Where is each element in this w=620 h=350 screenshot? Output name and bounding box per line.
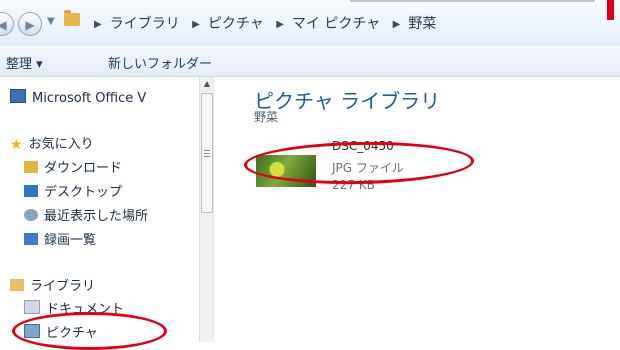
star-icon: ★ <box>10 137 23 153</box>
sidebar-item-microsoft-office[interactable]: Microsoft Office V <box>10 89 146 109</box>
sidebar-item-label: Microsoft Office V <box>32 91 147 106</box>
sidebar-item-label: 最近表示した場所 <box>44 209 149 224</box>
library-icon <box>10 279 24 291</box>
file-list-pane: ピクチャ ライブラリ 野菜 DSC_0450 JPG ファイル 227 KB <box>214 77 620 342</box>
office-icon <box>10 89 26 103</box>
breadcrumb-separator-icon[interactable]: ▶ <box>393 19 401 30</box>
sidebar-item-label: ライブラリ <box>30 279 96 294</box>
breadcrumb-separator-icon[interactable]: ▶ <box>94 19 102 30</box>
sidebar-item-favorites[interactable]: ★ お気に入り <box>10 133 94 153</box>
sidebar-item-libraries[interactable]: ライブラリ <box>10 275 95 295</box>
recording-icon <box>24 233 38 245</box>
sidebar-item-label: ドキュメント <box>46 302 125 317</box>
sidebar-item-label: 録画一覧 <box>44 233 97 248</box>
sidebar-item-label: ピクチャ <box>46 326 98 341</box>
sidebar-item-label: ダウンロード <box>44 161 123 176</box>
documents-icon <box>24 300 40 314</box>
breadcrumb-item-library[interactable]: ライブラリ <box>110 16 180 32</box>
sidebar-scrollbar[interactable]: ▲ <box>199 77 214 342</box>
breadcrumb: ▶ ライブラリ ▶ ピクチャ ▶ マイ ピクチャ ▶ 野菜 <box>86 13 436 33</box>
breadcrumb-item-vegetables[interactable]: 野菜 <box>408 16 436 32</box>
new-folder-button[interactable]: 新しいフォルダー <box>108 53 212 72</box>
breadcrumb-item-my-pictures[interactable]: マイ ピクチャ <box>292 16 380 32</box>
file-type: JPG ファイル <box>332 161 404 175</box>
file-thumbnail[interactable] <box>256 155 316 187</box>
scroll-up-arrow-icon[interactable]: ▲ <box>201 77 213 91</box>
sidebar-item-label: お気に入り <box>28 137 94 152</box>
library-title: ピクチャ ライブラリ <box>254 89 441 113</box>
recent-places-icon <box>24 209 38 221</box>
organize-button[interactable]: 整理 ▾ <box>6 53 43 72</box>
address-bar: ◀ ▶ ▼ ▶ ライブラリ ▶ ピクチャ ▶ マイ ピクチャ ▶ 野菜 <box>0 0 620 47</box>
command-bar: 整理 ▾ 新しいフォルダー <box>0 46 620 77</box>
file-size: 227 KB <box>332 178 375 192</box>
sidebar-item-label: デスクトップ <box>44 185 123 200</box>
download-folder-icon <box>24 161 38 173</box>
sidebar-item-documents[interactable]: ドキュメント <box>24 298 124 318</box>
scrollbar-thumb[interactable] <box>201 93 213 213</box>
address-bar-top-line <box>350 0 595 2</box>
sidebar-item-pictures[interactable]: ピクチャ <box>24 322 98 342</box>
back-button[interactable]: ◀ <box>0 12 14 36</box>
file-name[interactable]: DSC_0450 <box>332 139 394 153</box>
sidebar-item-desktop[interactable]: デスクトップ <box>24 181 122 201</box>
forward-button[interactable]: ▶ <box>18 12 42 36</box>
folder-icon <box>64 10 80 26</box>
navigation-pane: Microsoft Office V ★ お気に入り ダウンロード デスクトップ … <box>0 77 214 342</box>
pictures-icon <box>24 324 40 338</box>
arrow-left-icon: ◀ <box>0 18 7 32</box>
scrollbar-grip-icon <box>204 150 210 151</box>
sidebar-item-downloads[interactable]: ダウンロード <box>24 157 122 177</box>
breadcrumb-separator-icon[interactable]: ▶ <box>276 19 284 30</box>
sidebar-item-recent-places[interactable]: 最近表示した場所 <box>24 205 148 225</box>
history-dropdown-icon[interactable]: ▼ <box>47 16 55 27</box>
arrow-right-icon: ▶ <box>25 18 35 32</box>
library-subtitle: 野菜 <box>254 110 279 124</box>
sidebar-item-recordings[interactable]: 録画一覧 <box>24 229 96 249</box>
breadcrumb-separator-icon[interactable]: ▶ <box>192 19 200 30</box>
desktop-icon <box>24 185 38 197</box>
red-corner-mark <box>607 0 614 20</box>
breadcrumb-item-pictures[interactable]: ピクチャ <box>208 16 264 32</box>
